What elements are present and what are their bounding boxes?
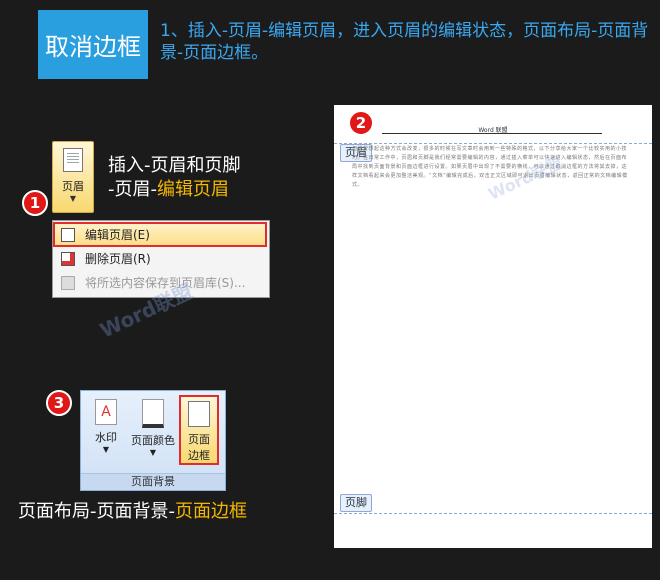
header-doc-icon: [63, 148, 83, 172]
page-color-icon: [142, 399, 164, 428]
title-badge: 取消边框: [38, 10, 148, 79]
menu-item-label: 删除页眉(R): [85, 252, 151, 266]
page-border-icon: [188, 401, 210, 427]
watermark-button[interactable]: A 水印 ▼: [87, 395, 125, 465]
header-ribbon-button[interactable]: 页眉 ▼: [52, 141, 94, 213]
delete-header-icon: [61, 251, 75, 266]
edit-header-icon: [61, 227, 75, 242]
page-border-label-2: 边框: [188, 449, 210, 462]
page-border-label-1: 页面: [188, 433, 210, 446]
document-page[interactable]: Word 联盟 页眉 但谁曾想起这种方式会改变，很多的时候在写文章时会用到一些特…: [334, 105, 652, 548]
chevron-down-icon: ▼: [102, 445, 110, 454]
step1-caption: 插入-页眉和页脚 -页眉-编辑页眉: [108, 154, 241, 202]
menu-item-label: 编辑页眉(E): [85, 228, 150, 242]
step3-caption-highlight: 页面边框: [175, 501, 247, 522]
watermark-label: 水印: [95, 431, 117, 444]
step-number-2: 2: [348, 110, 374, 136]
step-number-3: 3: [46, 390, 72, 416]
header-boundary: [334, 143, 652, 144]
step3-caption: 页面布局-页面背景-页面边框: [18, 497, 247, 523]
step1-caption-highlight: 编辑页眉: [157, 179, 229, 200]
header-border-line: [382, 133, 602, 139]
header-ribbon-label: 页眉: [62, 180, 84, 193]
page-background-group: A 水印 ▼ 页面颜色 ▼ 页面 边框 页面背景: [80, 390, 226, 491]
footer-tag[interactable]: 页脚: [340, 494, 372, 512]
instruction-text: 1、插入-页眉-编辑页眉，进入页眉的编辑状态，页面布局-页面背景-页面边框。: [160, 21, 649, 63]
menu-item-delete-header[interactable]: 删除页眉(R): [55, 248, 265, 269]
chevron-down-icon: ▼: [69, 194, 77, 203]
menu-item-edit-header[interactable]: 编辑页眉(E): [53, 222, 267, 247]
page-border-button[interactable]: 页面 边框: [179, 395, 219, 465]
chevron-down-icon: ▼: [149, 448, 157, 457]
step1-caption-prefix: -页眉-: [108, 179, 157, 200]
step3-caption-prefix: 页面布局-页面背景-: [18, 501, 175, 522]
page-color-button[interactable]: 页面颜色 ▼: [127, 395, 179, 465]
save-to-gallery-icon: [61, 275, 75, 290]
step-number-1: 1: [22, 190, 48, 216]
step1-caption-line1: 插入-页眉和页脚: [108, 155, 241, 176]
watermark-icon: A: [95, 399, 117, 425]
page-color-label: 页面颜色: [131, 434, 175, 447]
footer-boundary: [334, 513, 652, 514]
group-label: 页面背景: [81, 473, 225, 490]
